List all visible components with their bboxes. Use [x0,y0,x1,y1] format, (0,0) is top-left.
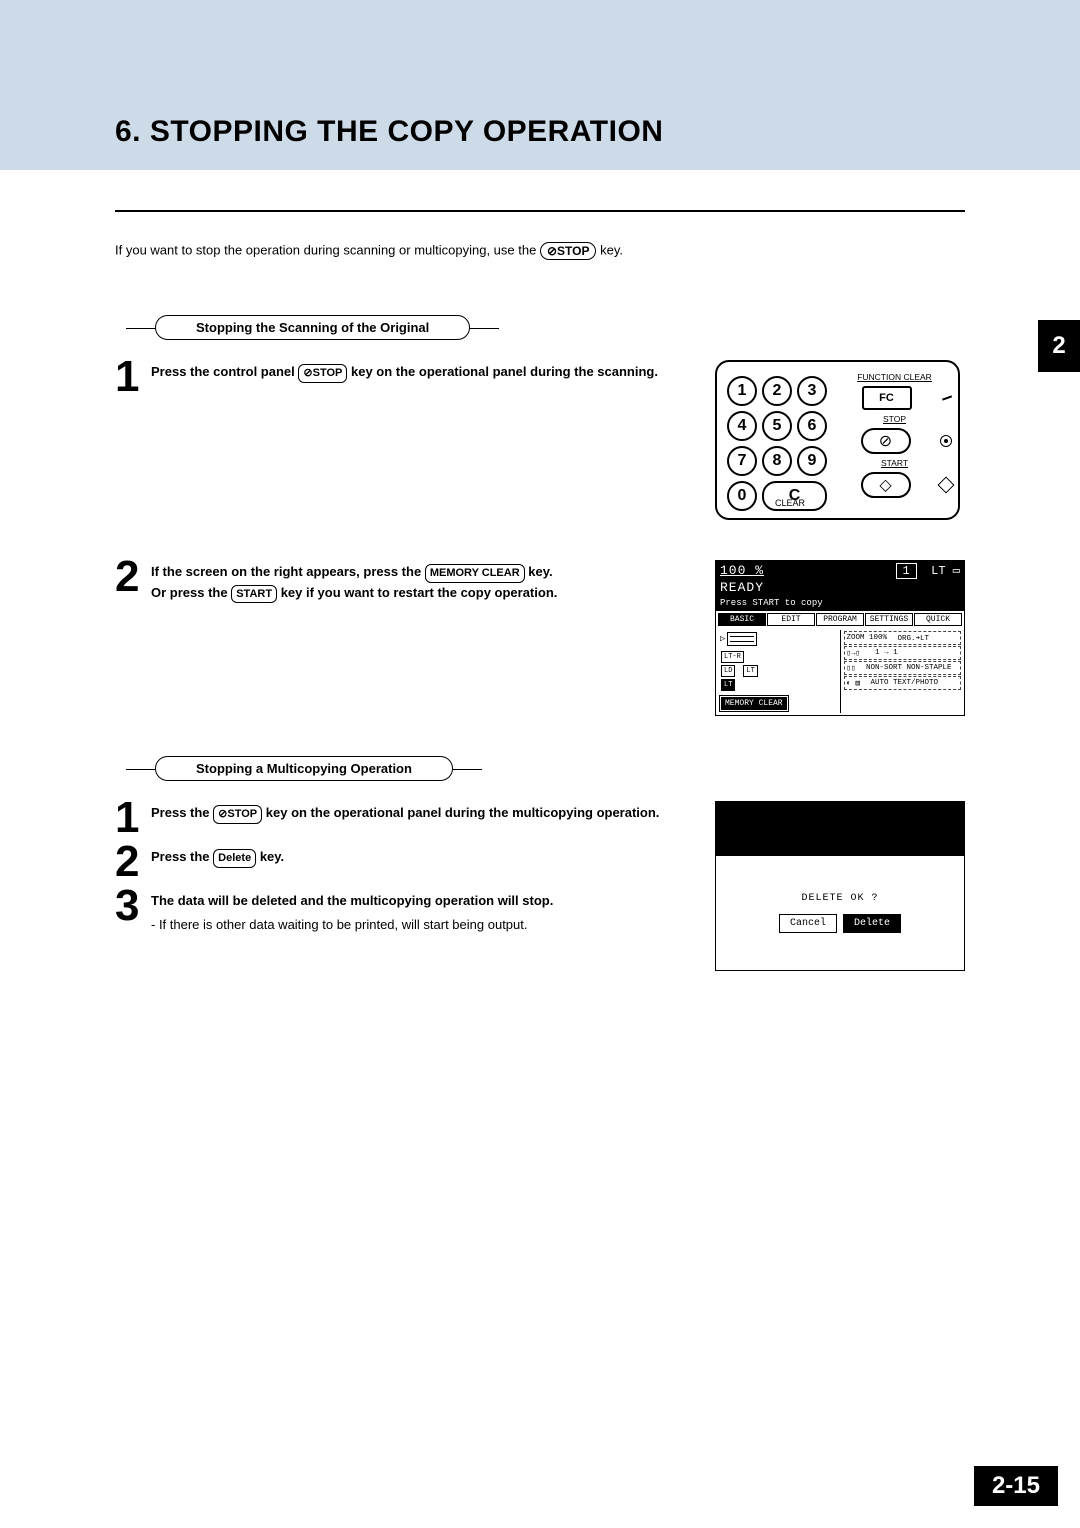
stop-label: STOP [837,414,952,424]
paper-lt-sel: LT [721,679,735,691]
stop-key-icon: ⊘STOP [298,364,347,383]
t: Press the [151,805,210,820]
key-8: 8 [762,446,792,476]
lcd-tab-quick: QUICK [914,613,962,626]
panel-right: FUNCTION CLEAR FC STOP ⊘ START ◇ [837,370,952,510]
lcd-ready: READY [720,580,764,595]
step-body: The data will be deleted and the multico… [151,889,553,934]
key-1: 1 [727,376,757,406]
t: The data will be deleted and the multico… [151,893,553,908]
step-body: If the screen on the right appears, pres… [151,560,557,603]
steps-b-row: 1 Press the ⊘STOP key on the operational… [115,801,965,971]
lcd-tabs: BASIC EDIT PROGRAM SETTINGS QUICK [716,611,964,628]
t: key on the operational panel during the … [351,364,658,379]
step-a2: 2 If the screen on the right appears, pr… [115,560,695,603]
t: Press the [151,849,210,864]
key-9: 9 [797,446,827,476]
step-body: Press the control panel ⊘STOP key on the… [151,360,658,394]
content: If you want to stop the operation during… [0,170,1080,971]
key-2: 2 [762,376,792,406]
step-a1: 1 Press the control panel ⊘STOP key on t… [115,360,695,394]
start-label: START [837,458,952,468]
header-band: 6. STOPPING THE COPY OPERATION [0,0,1080,170]
section-multicopy: Stopping a Multicopying Operation 1 Pres… [115,756,965,971]
step-b2: 2 Press the Delete key. [115,845,695,879]
start-key: START [231,585,277,604]
numpad: 1 2 3 4 5 6 7 8 9 0 C [727,376,827,511]
lcd-screen-ready: 100 % 1 LT ▭ READY Press START to copy [715,560,965,716]
memory-clear-key: MEMORY CLEAR [425,564,525,583]
t: key. [260,849,284,864]
step-note: - If there is other data waiting to be p… [151,915,553,935]
cancel-button: Cancel [779,914,837,933]
title-rule [115,210,965,212]
step-b1: 1 Press the ⊘STOP key on the operational… [115,801,695,835]
key-4: 4 [727,411,757,441]
key-6: 6 [797,411,827,441]
stop-button: ⊘ [861,428,911,454]
lcd-tab-program: PROGRAM [816,613,864,626]
step-num: 3 [115,889,143,934]
step-a2-row: 2 If the screen on the right appears, pr… [115,560,965,716]
led-icon [942,396,952,401]
delete-question: DELETE OK ? [801,893,878,904]
stop-key-icon: ⊘STOP [540,242,597,260]
lcd-msg: Press START to copy [720,598,823,608]
lcd-tab-edit: EDIT [767,613,815,626]
step-body: Press the ⊘STOP key on the operational p… [151,801,659,835]
intro-after: key. [600,242,623,257]
function-clear-label: FUNCTION CLEAR [837,372,952,382]
lcd-1to1: ▯→▯ 1 → 1 [844,646,962,660]
t: key. [528,564,552,579]
t: Press the control panel [151,364,295,379]
key-7: 7 [727,446,757,476]
lcd-zoom: ZOOM 100% ORG.➔LT [844,631,962,645]
lcd-auto: ◐ ▤ AUTO TEXT/PHOTO [844,676,962,690]
section-heading-scanning: Stopping the Scanning of the Original [155,315,470,340]
lcd-pct: 100 % [720,563,764,578]
delete-button: Delete [843,914,901,933]
intro-text: If you want to stop the operation during… [115,242,965,260]
stop-key-icon: ⊘STOP [213,805,262,824]
step-num: 1 [115,801,143,835]
step-b3: 3 The data will be deleted and the multi… [115,889,695,934]
key-3: 3 [797,376,827,406]
t: key if you want to restart the copy oper… [281,585,558,600]
paper-ld: LD [721,665,735,677]
page-number: 2-15 [974,1466,1058,1506]
led-icon [938,477,955,494]
clear-label: CLEAR [775,498,805,508]
key-5: 5 [762,411,792,441]
step-num: 2 [115,845,143,879]
paper-ltr: LT-R [721,651,744,663]
control-panel-diagram: 1 2 3 4 5 6 7 8 9 0 C CLEAR [715,360,960,520]
key-0: 0 [727,481,757,511]
lcd-count: 1 [896,563,917,579]
intro-before: If you want to stop the operation during… [115,242,536,257]
memory-clear-button: MEMORY CLEAR [720,696,788,711]
lcd-screen-delete: DELETE OK ? Cancel Delete [715,801,965,971]
t: If the screen on the right appears, pres… [151,564,421,579]
lcd-tab-basic: BASIC [718,613,766,626]
lcd-nonsort: ▯▯ NON-SORT NON-STAPLE [844,661,962,675]
step-a1-row: 1 Press the control panel ⊘STOP key on t… [115,360,965,520]
step-num: 2 [115,560,143,603]
step-num: 1 [115,360,143,394]
lcd-tab-settings: SETTINGS [865,613,913,626]
section-heading-multicopy: Stopping a Multicopying Operation [155,756,453,781]
lcd-lt: LT [931,564,945,578]
section-scanning: Stopping the Scanning of the Original 1 … [115,315,965,716]
led-icon [940,435,952,447]
fc-button: FC [862,386,912,410]
page-title: 6. STOPPING THE COPY OPERATION [115,115,1080,149]
start-button: ◇ [861,472,911,498]
step-body: Press the Delete key. [151,845,284,879]
paper-lt: LT [743,665,757,677]
doc-icon [727,632,757,646]
delete-key: Delete [213,849,256,868]
t: Or press the [151,585,228,600]
t: key on the operational panel during the … [266,805,660,820]
